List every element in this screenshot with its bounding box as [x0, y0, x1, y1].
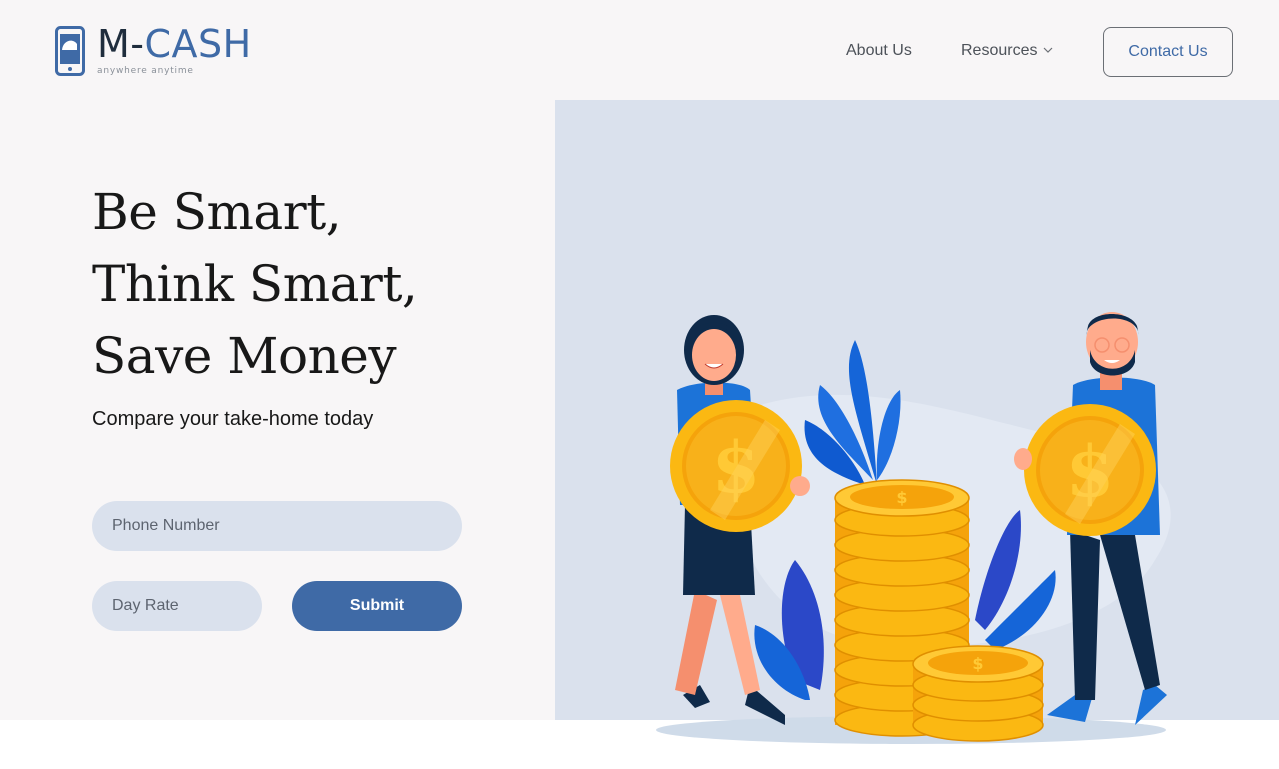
woman-hand [790, 476, 810, 496]
coin-icon: $ [670, 400, 802, 532]
day-rate-input[interactable] [92, 581, 262, 631]
phone-number-input[interactable] [92, 501, 462, 551]
headline-line-2: Think Smart, [92, 255, 418, 313]
man-hand [1014, 448, 1032, 470]
headline-line-3: Save Money [92, 327, 397, 385]
savings-illustration: $ $ $ $ [656, 312, 1171, 744]
nav-resources-label: Resources [961, 42, 1038, 59]
hero-subheadline: Compare your take-home today [92, 408, 374, 430]
coin-icon: $ [1024, 404, 1156, 536]
brand-name: M-CASH [97, 22, 252, 66]
contact-us-button[interactable]: Contact Us [1103, 27, 1233, 77]
mobile-phone-icon [55, 26, 85, 76]
hero-headline: Be Smart, Think Smart, Save Money [92, 176, 418, 392]
coin-stack-small: $ [912, 645, 1044, 742]
contact-us-label: Contact Us [1128, 43, 1208, 60]
headline-line-1: Be Smart, [92, 183, 342, 241]
nav-about-us[interactable]: About Us [846, 42, 912, 60]
submit-label: Submit [349, 597, 405, 614]
nav-about-label: About Us [846, 42, 912, 59]
brand-tagline: anywhere anytime [97, 66, 194, 76]
svg-text:$: $ [972, 654, 983, 673]
svg-text:$: $ [896, 488, 907, 507]
nav-resources-dropdown[interactable]: Resources [961, 42, 1053, 60]
chevron-down-icon [1044, 47, 1053, 53]
brand-logo[interactable]: M-CASH anywhere anytime [55, 22, 265, 80]
submit-button[interactable]: Submit [292, 581, 462, 631]
